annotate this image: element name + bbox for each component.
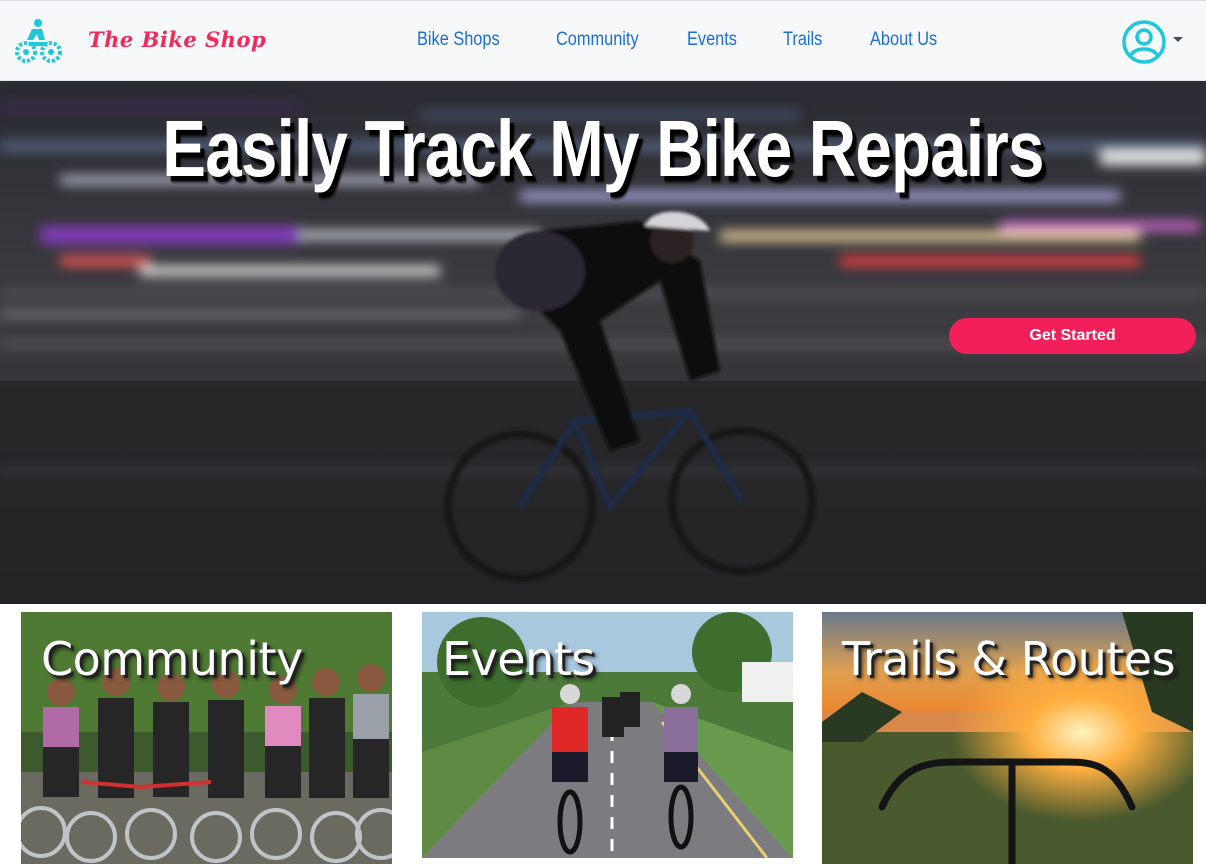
trails-routes-card-title: Trails & Routes [842,632,1176,686]
nav-trails[interactable]: Trails [783,29,822,55]
events-card[interactable]: Events [422,612,793,858]
nav-links: Bike Shops Community Events Trails About… [417,29,995,55]
nav-bike-shops[interactable]: Bike Shops [417,29,500,55]
hero-title: Easily Track My Bike Repairs [162,104,1044,193]
trails-routes-card[interactable]: Trails & Routes [822,612,1193,864]
community-card[interactable]: Community [21,612,392,864]
nav-community[interactable]: Community [556,29,639,55]
bike-gear-icon[interactable] [14,16,64,66]
navbar: The Bike Shop Bike Shops Community Event… [0,0,1206,81]
chevron-down-icon [1173,37,1183,42]
user-circle-icon [1122,20,1166,64]
community-card-title: Community [41,632,303,686]
events-card-title: Events [442,632,595,686]
get-started-button[interactable]: Get Started [949,318,1196,354]
nav-about-us[interactable]: About Us [870,29,937,55]
brand-name[interactable]: The Bike Shop [88,27,266,52]
hero-banner: Easily Track My Bike Repairs Get Started [0,81,1206,604]
account-menu-toggle[interactable] [1121,19,1187,65]
nav-events[interactable]: Events [687,29,737,55]
